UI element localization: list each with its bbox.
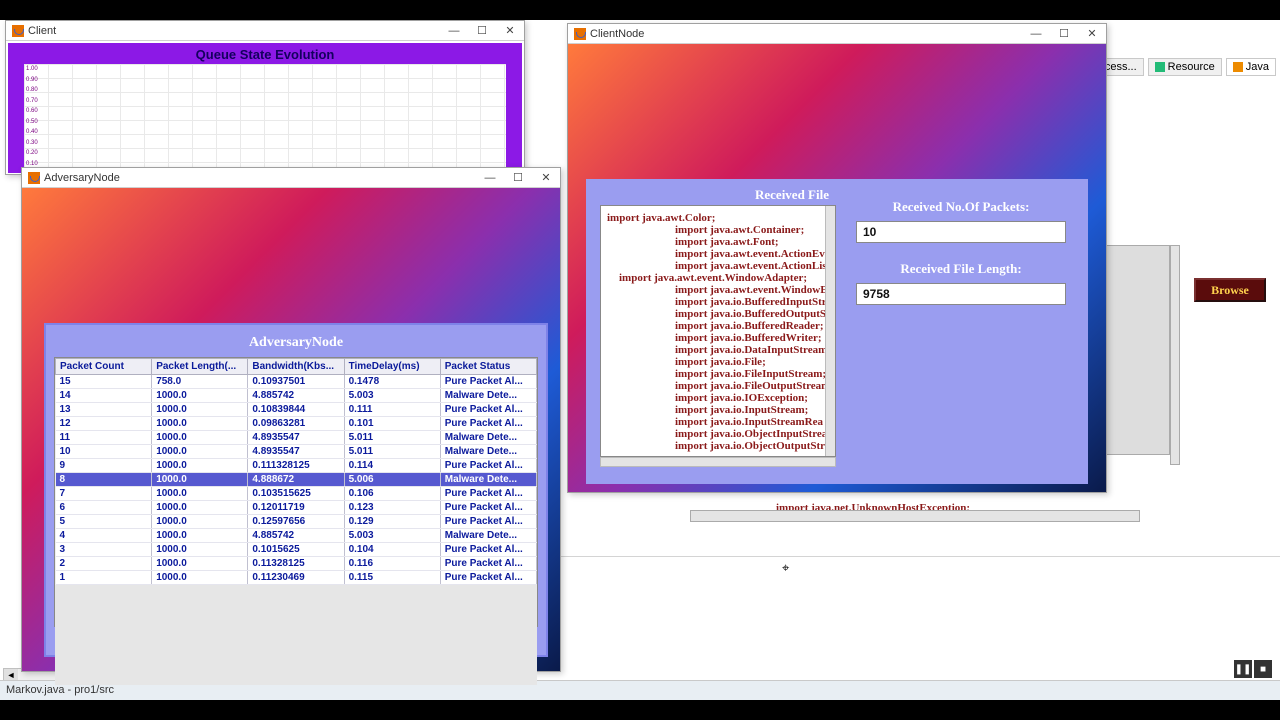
stop-button[interactable]: ■ <box>1254 660 1272 678</box>
table-row[interactable]: 81000.04.8886725.006Malware Dete... <box>56 473 537 487</box>
adversary-panel-title: AdversaryNode <box>54 335 538 351</box>
clientnode-panel: Received File import java.awt.Color;impo… <box>586 179 1088 484</box>
code-line: import java.io.BufferedOutputS <box>607 308 829 320</box>
close-button[interactable]: ✕ <box>1084 27 1100 41</box>
table-row[interactable]: 101000.04.89355475.011Malware Dete... <box>56 445 537 459</box>
table-row[interactable]: 121000.00.098632810.101Pure Packet Al... <box>56 417 537 431</box>
table-row[interactable]: 31000.00.10156250.104Pure Packet Al... <box>56 543 537 557</box>
recording-controls: ❚❚ ■ <box>1234 660 1272 678</box>
code-line: import java.io.BufferedWriter; <box>607 332 829 344</box>
close-button[interactable]: ✕ <box>538 171 554 185</box>
table-row[interactable]: 11000.00.112304690.115Pure Packet Al... <box>56 571 537 585</box>
code-line: import java.awt.event.ActionLis <box>607 260 829 272</box>
table-header[interactable]: Packet Count <box>56 359 152 375</box>
java-icon <box>28 172 40 184</box>
maximize-button[interactable]: ☐ <box>474 24 490 38</box>
adversary-title: AdversaryNode <box>44 172 120 184</box>
code-line: import java.io.DataInputStream <box>607 344 829 356</box>
file-vscroll[interactable] <box>825 206 835 456</box>
table-row[interactable]: 15758.00.109375010.1478Pure Packet Al... <box>56 375 537 389</box>
minimize-button[interactable]: — <box>482 171 498 185</box>
received-length-field[interactable]: 9758 <box>856 283 1066 305</box>
code-line: import java.io.BufferedInputStr <box>607 296 829 308</box>
received-length-label: Received File Length: <box>856 261 1066 277</box>
browse-button[interactable]: Browse <box>1194 278 1266 302</box>
table-row[interactable]: 141000.04.8857425.003Malware Dete... <box>56 389 537 403</box>
client-title: Client <box>28 25 56 37</box>
code-line: import java.io.File; <box>607 356 829 368</box>
table-row[interactable]: 41000.04.8857425.003Malware Dete... <box>56 529 537 543</box>
perspective-java[interactable]: Java <box>1226 58 1276 76</box>
code-line: import java.io.ObjectOutputStr <box>607 440 829 452</box>
perspective-resource[interactable]: Resource <box>1148 58 1222 76</box>
table-header[interactable]: Packet Status <box>440 359 536 375</box>
code-line: import java.awt.Font; <box>607 236 829 248</box>
minimize-button[interactable]: — <box>1028 27 1044 41</box>
mouse-cursor-icon: ⌖ <box>782 560 789 576</box>
clientnode-titlebar[interactable]: ClientNode — ☐ ✕ <box>568 24 1106 44</box>
background-scrollbar[interactable] <box>1170 245 1180 465</box>
code-line: import java.io.ObjectInputStrea <box>607 428 829 440</box>
perspective-switcher: Access... Resource Java <box>1085 58 1276 76</box>
client-titlebar[interactable]: Client — ☐ ✕ <box>6 21 524 41</box>
code-line: import java.io.InputStreamRea <box>607 416 829 428</box>
code-line: import java.io.InputStream; <box>607 404 829 416</box>
code-line: import java.io.FileInputStream; <box>607 368 829 380</box>
code-line: import java.io.IOException; <box>607 392 829 404</box>
client-window: Client — ☐ ✕ Queue State Evolution 1.000… <box>5 20 525 175</box>
table-header[interactable]: TimeDelay(ms) <box>344 359 440 375</box>
adversary-window: AdversaryNode — ☐ ✕ AdversaryNode Packet… <box>21 167 561 672</box>
maximize-button[interactable]: ☐ <box>1056 27 1072 41</box>
received-file-textarea[interactable]: import java.awt.Color;import java.awt.Co… <box>600 205 836 457</box>
maximize-button[interactable]: ☐ <box>510 171 526 185</box>
adversary-titlebar[interactable]: AdversaryNode — ☐ ✕ <box>22 168 560 188</box>
adversary-panel: AdversaryNode Packet CountPacket Length(… <box>44 323 548 657</box>
queue-panel: Queue State Evolution 1.000.900.800.700.… <box>8 43 522 173</box>
file-hscroll[interactable] <box>600 457 836 467</box>
received-packets-label: Received No.Of Packets: <box>856 199 1066 215</box>
table-row[interactable]: 51000.00.125976560.129Pure Packet Al... <box>56 515 537 529</box>
code-line: import java.io.BufferedReader; <box>607 320 829 332</box>
background-hscroll[interactable] <box>690 510 1140 522</box>
table-row[interactable]: 71000.00.1035156250.106Pure Packet Al... <box>56 487 537 501</box>
pause-button[interactable]: ❚❚ <box>1234 660 1252 678</box>
queue-chart: 1.000.900.800.700.600.500.400.300.200.10 <box>24 64 506 169</box>
code-line: import java.awt.Color; <box>607 212 829 224</box>
background-list-panel <box>1100 245 1170 455</box>
table-row[interactable]: 111000.04.89355475.011Malware Dete... <box>56 431 537 445</box>
table-row[interactable]: 61000.00.120117190.123Pure Packet Al... <box>56 501 537 515</box>
code-line: import java.awt.event.WindowE <box>607 284 829 296</box>
java-icon <box>12 25 24 37</box>
adversary-table-wrap: Packet CountPacket Length(...Bandwidth(K… <box>54 357 538 627</box>
clientnode-window: ClientNode — ☐ ✕ Received File import ja… <box>567 23 1107 493</box>
close-button[interactable]: ✕ <box>502 24 518 38</box>
table-row[interactable]: 91000.00.1113281250.114Pure Packet Al... <box>56 459 537 473</box>
table-row[interactable]: 21000.00.113281250.116Pure Packet Al... <box>56 557 537 571</box>
code-line: import java.awt.Container; <box>607 224 829 236</box>
queue-title: Queue State Evolution <box>12 47 518 62</box>
code-line: import java.awt.event.WindowAdapter; <box>607 272 829 284</box>
table-header[interactable]: Bandwidth(Kbs... <box>248 359 344 375</box>
minimize-button[interactable]: — <box>446 24 462 38</box>
code-line: import java.io.FileOutputStream <box>607 380 829 392</box>
received-file-label: Received File <box>712 187 872 203</box>
clientnode-title: ClientNode <box>590 28 644 40</box>
java-icon <box>574 28 586 40</box>
table-row[interactable]: 131000.00.108398440.111Pure Packet Al... <box>56 403 537 417</box>
adversary-table[interactable]: Packet CountPacket Length(...Bandwidth(K… <box>55 358 537 585</box>
status-text: Markov.java - pro1/src <box>6 684 114 696</box>
code-line: import java.awt.event.ActionEv <box>607 248 829 260</box>
table-header[interactable]: Packet Length(... <box>152 359 248 375</box>
received-packets-field[interactable]: 10 <box>856 221 1066 243</box>
